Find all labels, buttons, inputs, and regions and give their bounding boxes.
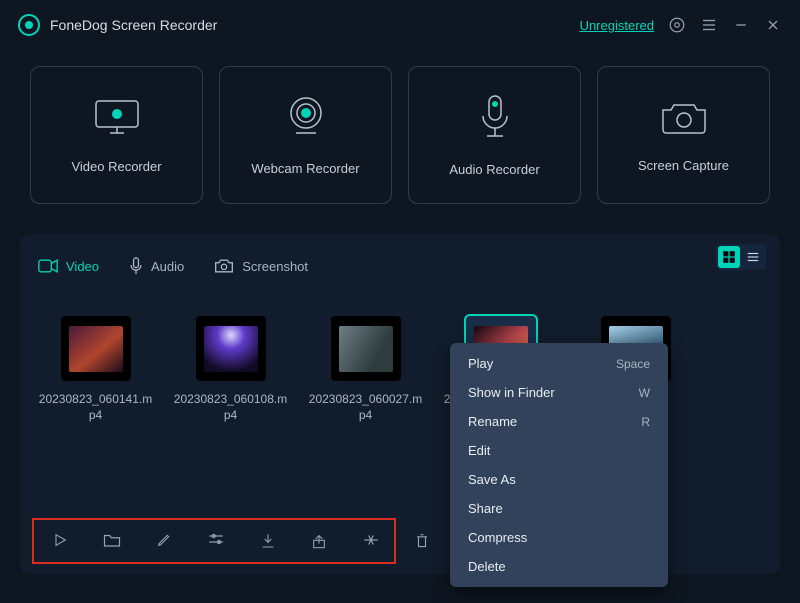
mode-label: Screen Capture <box>638 158 729 173</box>
titlebar: FoneDog Screen Recorder Unregistered <box>0 0 800 50</box>
video-camera-icon <box>38 259 58 273</box>
edit-button[interactable] <box>156 532 172 550</box>
library-toolbar <box>32 518 396 564</box>
monitor-icon <box>90 97 144 137</box>
download-icon <box>260 532 276 550</box>
ctx-shortcut: Space <box>616 357 650 371</box>
library-item[interactable]: 20230823_060141.mp4 <box>43 316 148 423</box>
settings-button[interactable] <box>207 532 225 550</box>
play-icon <box>52 532 68 548</box>
camera-icon <box>659 98 709 136</box>
app-title: FoneDog Screen Recorder <box>50 17 217 33</box>
settings-gear-icon[interactable] <box>668 16 686 34</box>
grid-icon <box>722 250 736 264</box>
pencil-icon <box>156 532 172 548</box>
tab-label: Audio <box>151 259 184 274</box>
context-menu-edit[interactable]: Edit <box>450 436 668 465</box>
ctx-label: Share <box>468 501 503 516</box>
context-menu-save-as[interactable]: Save As <box>450 465 668 494</box>
share-icon <box>311 532 327 550</box>
unregistered-link[interactable]: Unregistered <box>580 18 654 33</box>
ctx-label: Edit <box>468 443 490 458</box>
camera-icon <box>214 258 234 274</box>
webcam-icon <box>282 95 330 139</box>
library-tabs: Video Audio Screenshot <box>38 246 762 286</box>
ctx-label: Play <box>468 356 493 371</box>
library-item[interactable]: 20230823_060027.mp4 <box>313 316 418 423</box>
mode-label: Video Recorder <box>71 159 161 174</box>
hamburger-menu-icon[interactable] <box>700 16 718 34</box>
tab-label: Video <box>66 259 99 274</box>
tab-audio[interactable]: Audio <box>129 257 184 275</box>
mode-audio-recorder[interactable]: Audio Recorder <box>408 66 581 204</box>
ctx-label: Rename <box>468 414 517 429</box>
delete-button[interactable] <box>415 532 429 550</box>
library-item[interactable]: 20230823_060108.mp4 <box>178 316 283 423</box>
ctx-label: Delete <box>468 559 506 574</box>
tab-screenshot[interactable]: Screenshot <box>214 258 308 274</box>
filename-label: 20230823_060141.mp4 <box>38 391 154 423</box>
context-menu-show-in-finder[interactable]: Show in Finder W <box>450 378 668 407</box>
trim-button[interactable] <box>362 532 380 550</box>
ctx-label: Show in Finder <box>468 385 555 400</box>
tab-label: Screenshot <box>242 259 308 274</box>
ctx-shortcut: W <box>639 386 650 400</box>
trash-icon <box>415 532 429 550</box>
mode-label: Webcam Recorder <box>251 161 359 176</box>
trim-icon <box>362 532 380 548</box>
list-icon <box>746 250 760 264</box>
context-menu-compress[interactable]: Compress <box>450 523 668 552</box>
context-menu-delete[interactable]: Delete <box>450 552 668 581</box>
sliders-icon <box>207 532 225 546</box>
list-view-button[interactable] <box>742 246 764 268</box>
share-button[interactable] <box>311 532 327 550</box>
context-menu-share[interactable]: Share <box>450 494 668 523</box>
ctx-label: Save As <box>468 472 516 487</box>
grid-view-button[interactable] <box>718 246 740 268</box>
folder-button[interactable] <box>103 532 121 550</box>
export-button[interactable] <box>260 532 276 550</box>
close-icon[interactable] <box>764 16 782 34</box>
view-switch <box>716 244 766 270</box>
filename-label: 20230823_060108.mp4 <box>173 391 289 423</box>
play-button[interactable] <box>52 532 68 550</box>
ctx-shortcut: R <box>641 415 650 429</box>
mode-cards: Video Recorder Webcam Recorder Audio Rec… <box>0 50 800 234</box>
mode-webcam-recorder[interactable]: Webcam Recorder <box>219 66 392 204</box>
mode-label: Audio Recorder <box>449 162 539 177</box>
tab-video[interactable]: Video <box>38 259 99 274</box>
ctx-label: Compress <box>468 530 527 545</box>
folder-icon <box>103 532 121 548</box>
minimize-icon[interactable] <box>732 16 750 34</box>
context-menu: Play Space Show in Finder W Rename R Edi… <box>450 343 668 587</box>
app-logo-icon <box>18 14 40 36</box>
microphone-icon <box>477 94 513 140</box>
thumbnail-icon <box>69 326 123 372</box>
filename-label: 20230823_060027.mp4 <box>308 391 424 423</box>
thumbnail-icon <box>204 326 258 372</box>
mode-screen-capture[interactable]: Screen Capture <box>597 66 770 204</box>
thumbnail-icon <box>339 326 393 372</box>
mode-video-recorder[interactable]: Video Recorder <box>30 66 203 204</box>
context-menu-play[interactable]: Play Space <box>450 349 668 378</box>
microphone-icon <box>129 257 143 275</box>
context-menu-rename[interactable]: Rename R <box>450 407 668 436</box>
